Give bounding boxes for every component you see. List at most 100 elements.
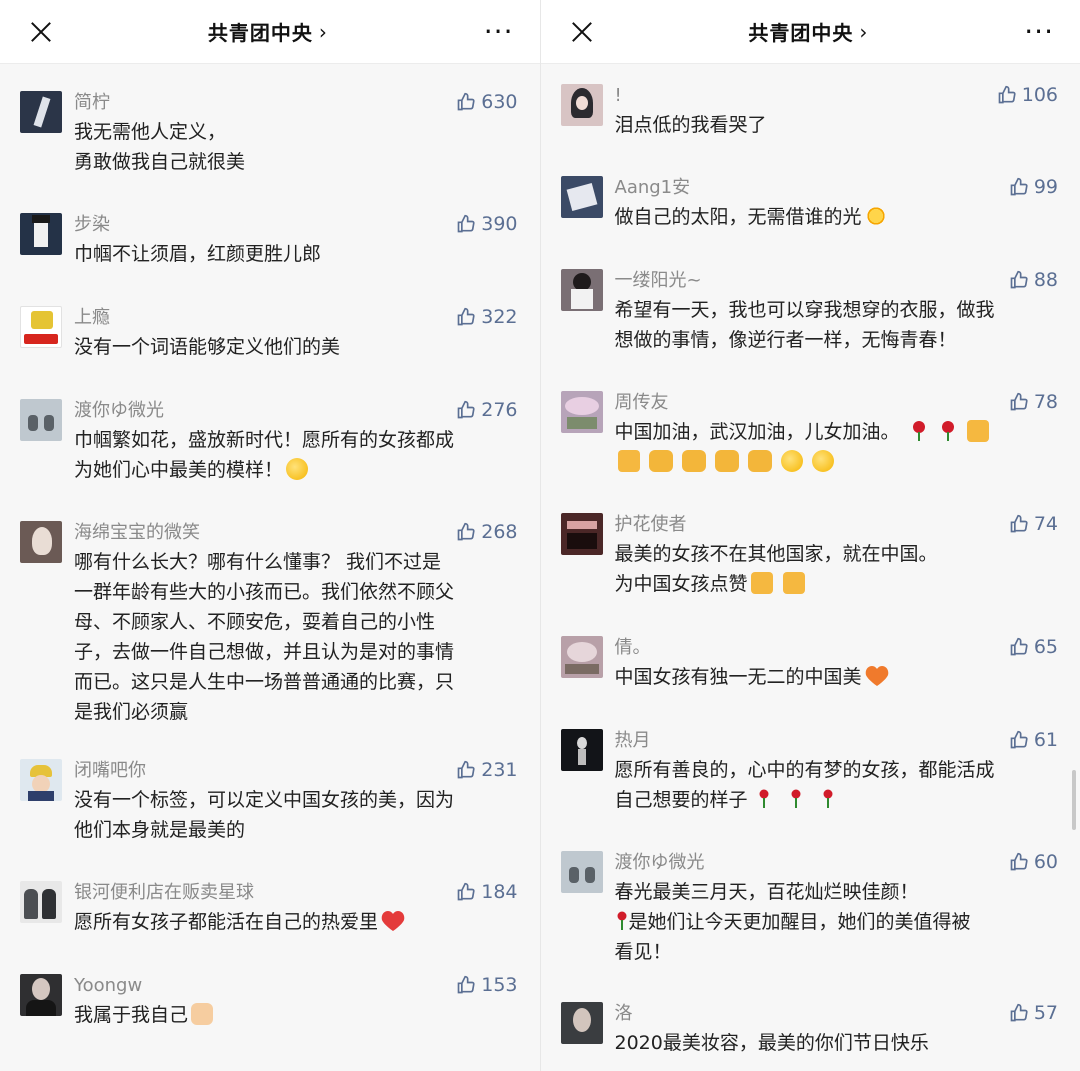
- avatar[interactable]: [20, 521, 62, 563]
- like-button[interactable]: 276: [456, 399, 518, 421]
- avatar[interactable]: [560, 1002, 603, 1044]
- more-icon[interactable]: ···: [1024, 17, 1054, 46]
- like-button[interactable]: 106: [997, 84, 1058, 106]
- thumbs-up-icon: [1010, 852, 1028, 871]
- like-button[interactable]: 65: [1009, 636, 1058, 658]
- comment-line: 哪有什么长大？哪有什么懂事？ 我们不过是: [74, 551, 442, 573]
- comment-item: 热月 愿所有善良的，心中的有梦的女孩，都能活成 自己想要的样子 61: [541, 729, 1080, 815]
- comment-text: 中国女孩有独一无二的中国美: [615, 662, 1059, 692]
- comment-line: 为中国女孩点赞: [615, 569, 1059, 599]
- comment-text: 巾帼不让须眉，红颜更胜儿郎: [74, 239, 518, 269]
- like-count: 65: [1033, 636, 1058, 658]
- comment-author[interactable]: 洛: [615, 1002, 1059, 1026]
- avatar[interactable]: [20, 306, 62, 348]
- avatar[interactable]: [560, 851, 603, 893]
- avatar[interactable]: [560, 84, 603, 126]
- comment-line-text: 我属于我自己: [74, 1004, 189, 1026]
- comment-text: 最美的女孩不在其他国家，就在中国。 为中国女孩点赞: [615, 539, 1059, 599]
- like-button[interactable]: 60: [1009, 851, 1058, 873]
- avatar[interactable]: [20, 399, 62, 441]
- comment-item: 洛 2020最美妆容，最美的你们节日快乐 57: [541, 1002, 1080, 1058]
- comment-author[interactable]: 渡你ゆ微光: [74, 399, 518, 423]
- flexed-biceps-emoji-icon: [714, 450, 739, 472]
- comment-author[interactable]: 银河便利店在贩卖星球: [74, 881, 518, 905]
- thumbs-up-icon: [998, 85, 1016, 104]
- avatar[interactable]: [20, 881, 62, 923]
- more-icon[interactable]: ···: [484, 17, 514, 46]
- comment-author[interactable]: 海绵宝宝的微笑: [74, 521, 518, 545]
- avatar[interactable]: [20, 759, 62, 801]
- comments-panel-left: 共青团中央 › ··· 简柠 我无需他人定义， 勇敢做我自己就很美 630 步染…: [0, 0, 541, 1071]
- comment-author[interactable]: Yoongw: [74, 974, 518, 998]
- like-button[interactable]: 57: [1009, 1002, 1058, 1024]
- comment-author[interactable]: 倩。: [615, 636, 1059, 660]
- avatar[interactable]: [560, 269, 603, 311]
- comment-text: 没有一个词语能够定义他们的美: [74, 332, 518, 362]
- like-button[interactable]: 88: [1009, 269, 1058, 291]
- like-count: 322: [481, 306, 518, 328]
- like-button[interactable]: 322: [456, 306, 518, 328]
- thumbs-up-icon: [457, 92, 475, 111]
- rose-emoji-icon: [912, 421, 925, 441]
- comment-line: 自己想要的样子: [615, 785, 1059, 815]
- like-count: 276: [481, 399, 518, 421]
- like-button[interactable]: 99: [1009, 176, 1058, 198]
- comment-line: [615, 447, 1059, 477]
- like-count: 88: [1033, 269, 1058, 291]
- comment-line: 2020最美妆容，最美的你们节日快乐: [614, 1032, 929, 1054]
- like-button[interactable]: 268: [456, 521, 518, 543]
- comment-author[interactable]: 步染: [74, 213, 518, 237]
- like-button[interactable]: 74: [1009, 513, 1058, 535]
- comment-line: 我无需他人定义，: [74, 121, 227, 143]
- avatar[interactable]: [20, 974, 62, 1016]
- comment-author[interactable]: 护花使者: [615, 513, 1059, 537]
- comment-author[interactable]: 闭嘴吧你: [74, 759, 518, 783]
- comment-author[interactable]: 渡你ゆ微光: [615, 851, 1059, 875]
- avatar[interactable]: [560, 729, 603, 771]
- comment-author[interactable]: !: [615, 84, 1059, 108]
- comment-author[interactable]: 上瘾: [74, 306, 518, 330]
- comment-item: 海绵宝宝的微笑 哪有什么长大？哪有什么懂事？ 我们不过是 一群年龄有些大的小孩而…: [0, 521, 540, 727]
- close-icon[interactable]: [30, 21, 52, 43]
- like-button[interactable]: 390: [456, 213, 518, 235]
- like-count: 74: [1033, 513, 1058, 535]
- avatar[interactable]: [20, 213, 62, 255]
- comment-author[interactable]: 简柠: [74, 91, 518, 115]
- thumbs-up-icon: [457, 214, 475, 233]
- avatar[interactable]: [560, 513, 603, 555]
- like-button[interactable]: 153: [456, 974, 518, 996]
- comment-line: 我属于我自己: [74, 1000, 518, 1030]
- comment-line-text: 中国加油，武汉加油，儿女加油。: [614, 421, 900, 443]
- avatar[interactable]: [560, 391, 603, 433]
- comment-author[interactable]: 周传友: [615, 391, 1059, 415]
- comment-item: 渡你ゆ微光 巾帼繁如花，盛放新时代！愿所有的女孩都成 为她们心中最美的模样！ 2…: [0, 399, 540, 485]
- like-count: 231: [481, 759, 518, 781]
- like-button[interactable]: 61: [1009, 729, 1058, 751]
- comment-text: 2020最美妆容，最美的你们节日快乐: [615, 1028, 1059, 1058]
- comment-line-text: 做自己的太阳，无需借谁的光: [614, 206, 862, 228]
- comment-author[interactable]: 一缕阳光~: [615, 269, 1059, 293]
- like-button[interactable]: 78: [1009, 391, 1058, 413]
- comment-text: 希望有一天，我也可以穿我想穿的衣服，做我 想做的事情，像逆行者一样，无悔青春！: [615, 295, 1059, 355]
- avatar[interactable]: [20, 91, 62, 133]
- comment-text: 中国加油，武汉加油，儿女加油。: [615, 417, 1059, 477]
- avatar[interactable]: [560, 176, 603, 218]
- comment-line-text: 愿所有女孩子都能活在自己的热爱里: [74, 911, 379, 933]
- orange-heart-emoji-icon: [865, 666, 888, 686]
- like-button[interactable]: 184: [456, 881, 518, 903]
- comment-line: 是我们必须赢: [74, 701, 189, 723]
- comment-item: ! 泪点低的我看哭了 106: [541, 84, 1080, 140]
- comment-author[interactable]: 热月: [615, 729, 1059, 753]
- like-button[interactable]: 231: [456, 759, 518, 781]
- thumbs-up-icon: [1010, 730, 1028, 749]
- flexed-biceps-emoji-icon: [681, 450, 706, 472]
- thumbs-up-icon: [1010, 1003, 1028, 1022]
- like-button[interactable]: 630: [456, 91, 518, 113]
- comment-line: 是她们让今天更加醒目，她们的美值得被: [615, 907, 1059, 937]
- comment-author[interactable]: Aang1安: [615, 176, 1059, 200]
- close-icon[interactable]: [571, 21, 593, 43]
- account-title[interactable]: 共青团中央 ›: [748, 17, 868, 46]
- account-title[interactable]: 共青团中央 ›: [208, 17, 328, 46]
- avatar[interactable]: [560, 636, 603, 678]
- scrollbar[interactable]: [1072, 770, 1076, 830]
